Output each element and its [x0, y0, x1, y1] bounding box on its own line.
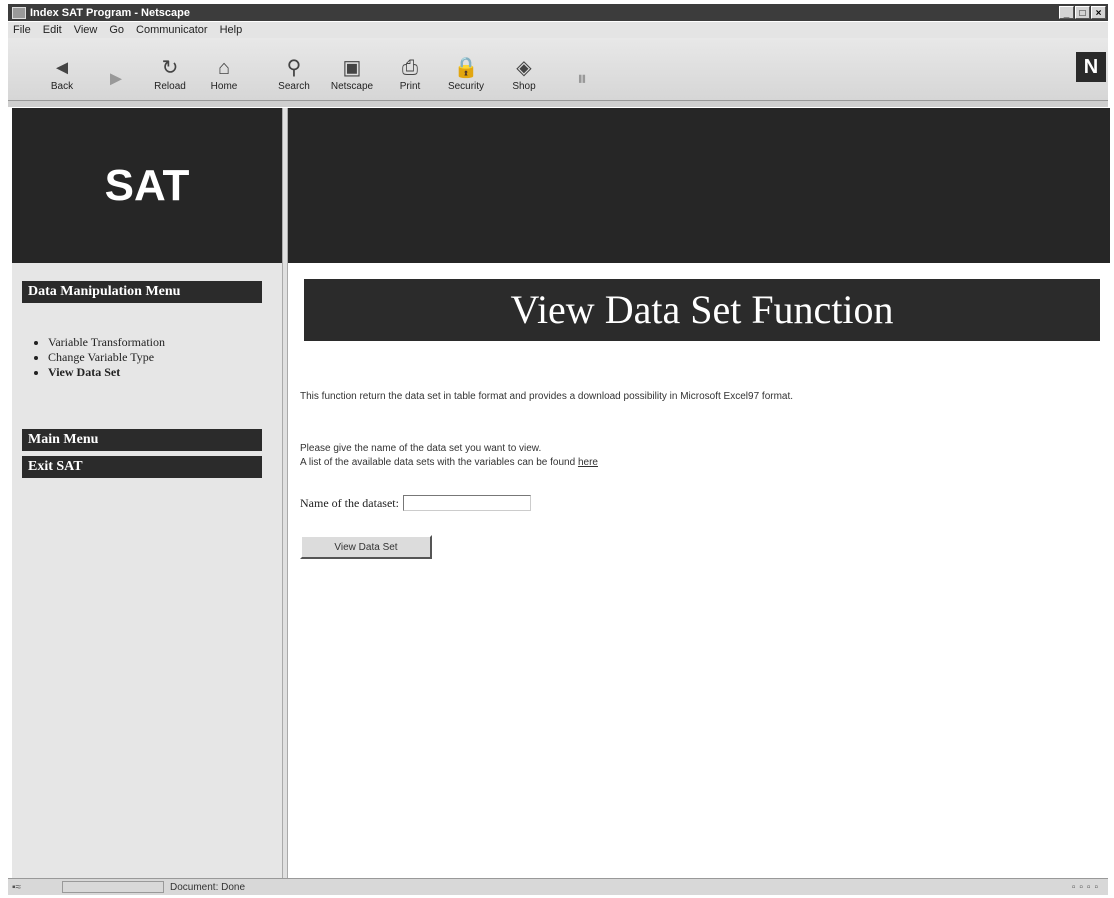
- security-label: Security: [447, 81, 485, 92]
- netscape-window-icon: [12, 6, 26, 19]
- dataset-list-prefix: A list of the available data sets with t…: [300, 457, 578, 468]
- dataset-label: Name of the dataset:: [300, 495, 399, 510]
- netscape-icon: ▣: [342, 57, 362, 79]
- function-description: This function return the data set in tab…: [300, 391, 794, 402]
- progress-bar: [62, 881, 164, 893]
- sidebar-item-change-variable-type[interactable]: Change Variable Type: [48, 350, 165, 365]
- reload-icon: ↻: [161, 57, 179, 79]
- main-menu-link[interactable]: Main Menu: [22, 429, 262, 451]
- status-bar: ▪≈ Document: Done ▫▫▫▫: [8, 878, 1108, 895]
- location-toolbar-collapsed: [8, 101, 1108, 107]
- here-link[interactable]: here: [578, 457, 598, 468]
- home-label: Home: [210, 81, 238, 92]
- menu-view[interactable]: View: [74, 24, 98, 36]
- back-button[interactable]: ◄ Back: [36, 44, 88, 92]
- stop-icon: ⏸: [577, 68, 587, 90]
- shop-label: Shop: [512, 81, 536, 92]
- print-button[interactable]: ⎙ Print: [384, 44, 436, 92]
- main-content-frame: View Data Set Function This function ret…: [288, 263, 1110, 878]
- netscape-button[interactable]: ▣ Netscape: [326, 44, 378, 92]
- menu-edit[interactable]: Edit: [43, 24, 62, 36]
- dataset-form-row: Name of the dataset:: [300, 495, 531, 511]
- stop-button[interactable]: ⏸: [556, 44, 608, 92]
- navigation-toolbar: ◄ Back ► ↻ Reload ⌂ Home ⚲ Search ▣ Nets…: [8, 38, 1108, 101]
- security-status-icon[interactable]: ▪≈: [8, 882, 62, 893]
- page-title: View Data Set Function: [304, 279, 1100, 341]
- sidebar-item-view-data-set[interactable]: View Data Set: [48, 365, 165, 380]
- dataset-list-text: A list of the available data sets with t…: [300, 457, 598, 468]
- dataset-name-input[interactable]: [402, 495, 531, 511]
- lock-icon: 🔒: [453, 57, 479, 79]
- menu-communicator[interactable]: Communicator: [136, 24, 208, 36]
- forward-button[interactable]: ►: [90, 44, 142, 92]
- netscape-label: Netscape: [330, 81, 374, 92]
- exit-sat-link[interactable]: Exit SAT: [22, 456, 262, 478]
- menu-file[interactable]: File: [13, 24, 31, 36]
- menu-go[interactable]: Go: [109, 24, 124, 36]
- instruction-text: Please give the name of the data set you…: [300, 443, 542, 454]
- netscape-logo: N: [1076, 52, 1106, 82]
- search-label: Search: [278, 81, 310, 92]
- reload-button[interactable]: ↻ Reload: [144, 44, 196, 92]
- shop-button[interactable]: ◈ Shop: [498, 44, 550, 92]
- search-button[interactable]: ⚲ Search: [268, 44, 320, 92]
- print-label: Print: [399, 81, 421, 92]
- menu-help[interactable]: Help: [220, 24, 243, 36]
- menu-bar: File Edit View Go Communicator Help: [8, 22, 1108, 38]
- reload-label: Reload: [154, 81, 186, 92]
- component-bar-icons[interactable]: ▫▫▫▫: [872, 882, 1108, 893]
- view-data-set-button[interactable]: View Data Set: [300, 535, 432, 559]
- window-title: Index SAT Program - Netscape: [30, 6, 190, 19]
- sidebar-item-variable-transformation[interactable]: Variable Transformation: [48, 335, 165, 350]
- shop-icon: ◈: [516, 57, 532, 79]
- security-button[interactable]: 🔒 Security: [440, 44, 492, 92]
- home-button[interactable]: ⌂ Home: [198, 44, 250, 92]
- window-title-bar: Index SAT Program - Netscape _ □ ×: [8, 4, 1108, 21]
- maximize-button[interactable]: □: [1075, 6, 1090, 19]
- home-icon: ⌂: [217, 57, 231, 79]
- data-manipulation-menu-title: Data Manipulation Menu: [22, 281, 262, 303]
- close-button[interactable]: ×: [1091, 6, 1106, 19]
- search-icon: ⚲: [286, 57, 302, 79]
- back-arrow-icon: ◄: [52, 57, 72, 79]
- status-text: Document: Done: [170, 881, 246, 893]
- forward-arrow-icon: ►: [106, 68, 126, 90]
- sat-title: SAT: [104, 160, 190, 210]
- minimize-button[interactable]: _: [1059, 6, 1074, 19]
- sat-logo-banner: SAT: [12, 108, 282, 263]
- print-icon: ⎙: [402, 57, 418, 79]
- data-manipulation-list: Variable Transformation Change Variable …: [34, 335, 165, 380]
- sidebar-frame: Data Manipulation Menu Variable Transfor…: [12, 263, 282, 878]
- back-label: Back: [50, 81, 74, 92]
- top-banner-frame: [288, 108, 1110, 263]
